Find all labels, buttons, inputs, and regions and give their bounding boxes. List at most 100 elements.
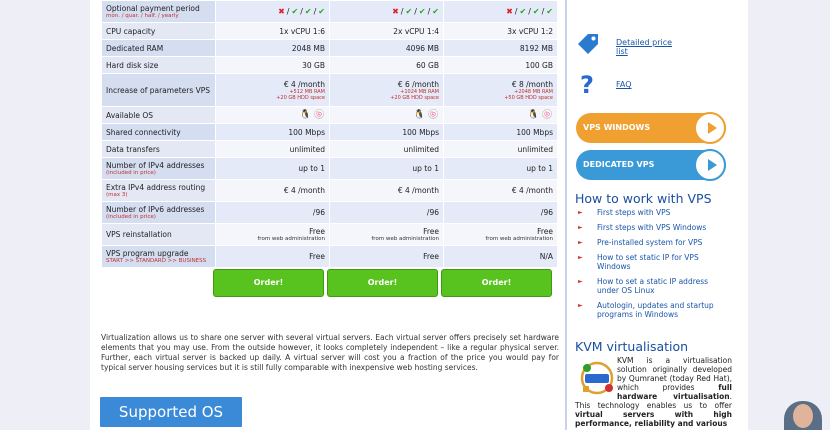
- table-cell: unlimited: [330, 141, 443, 157]
- table-cell: unlimited: [444, 141, 557, 157]
- row-label-sub: (included in price): [106, 169, 156, 176]
- row-label: Optional payment period mon. / quar. / ha…: [102, 1, 215, 22]
- cell-value: € 4 /month: [511, 186, 553, 195]
- faq-link[interactable]: FAQ: [616, 80, 632, 89]
- os-icons: 🐧 🍥: [414, 110, 439, 120]
- table-cell: 30 GB: [216, 57, 329, 73]
- cell-value: up to 1: [412, 164, 439, 173]
- row-label-sub: START >> STANDARD >> BUSINESS: [106, 257, 207, 264]
- row-label: Number of IPv4 addresses (included in pri…: [102, 158, 215, 179]
- cell-value: unlimited: [517, 144, 553, 154]
- order-cell: Order!: [213, 268, 329, 298]
- vps-windows-button[interactable]: VPS WINDOWS: [576, 112, 726, 144]
- row-label: VPS reinstallation: [102, 224, 215, 245]
- kvm-logo: [580, 361, 614, 395]
- column-divider: [565, 0, 567, 430]
- table-cell: ✖ / ✔ / ✔ / ✔: [444, 1, 557, 22]
- table-row: CPU capacity 1x vCPU 1:6 2x vCPU 1:4 3x vCP…: [102, 23, 557, 39]
- table-cell: N/A: [444, 246, 557, 267]
- row-label-text: Hard disk size: [106, 60, 159, 70]
- order-button[interactable]: Order!: [213, 269, 324, 297]
- cell-value: € 4 /month: [283, 186, 325, 195]
- table-cell: Free from web administration: [216, 224, 329, 245]
- table-cell: 2x vCPU 1:4: [330, 23, 443, 39]
- table-cell: 🐧 🍥: [444, 107, 557, 123]
- row-label: Data transfers: [102, 141, 215, 157]
- cell-value: up to 1: [526, 164, 553, 173]
- intro-text: Virtualization allows us to share one se…: [101, 333, 559, 372]
- how-to-heading: How to work with VPS: [575, 191, 712, 206]
- row-label-sub: (included in price): [106, 213, 156, 220]
- row-label-sub: (max 3): [106, 191, 128, 198]
- how-to-link[interactable]: How to set a static IP address under OS …: [576, 277, 726, 295]
- row-label-text: VPS program upgrade: [106, 248, 189, 258]
- table-cell: € 4 /month: [330, 180, 443, 201]
- table-cell: Free from web administration: [330, 224, 443, 245]
- table-row: Shared connectivity 100 Mbps 100 Mbps 100 M…: [102, 124, 557, 140]
- how-to-link[interactable]: Autologin, updates and startup programs …: [576, 301, 726, 319]
- kvm-text-d: virtual servers with high performance, r…: [575, 410, 732, 428]
- table-cell: Free: [330, 246, 443, 267]
- cell-value: 60 GB: [416, 60, 439, 70]
- cross-icon: ✖: [278, 7, 285, 16]
- avatar[interactable]: [784, 401, 822, 430]
- table-cell: € 4 /month +512 MB RAM +20 GB HDD space: [216, 74, 329, 106]
- os-icons: 🐧 🍥: [300, 110, 325, 120]
- check-icon: ✔: [519, 7, 527, 16]
- cell-value: 2048 MB: [291, 43, 325, 53]
- cell-value: € 6 /month: [397, 79, 439, 89]
- row-label: Shared connectivity: [102, 124, 215, 140]
- how-to-link[interactable]: How to set static IP for VPS Windows: [576, 253, 726, 271]
- table-cell: 🐧 🍥: [216, 107, 329, 123]
- table-cell: 4096 MB: [330, 40, 443, 56]
- kvm-heading: KVM virtualisation: [575, 339, 689, 354]
- how-to-link[interactable]: First steps with VPS Windows: [576, 223, 726, 232]
- how-to-link[interactable]: First steps with VPS: [576, 208, 726, 217]
- row-label-text: Extra IPv4 address routing: [106, 182, 206, 192]
- table-row: Extra IPv4 address routing (max 3) € 4 /mo…: [102, 180, 557, 201]
- spacer: [102, 268, 215, 298]
- row-label-text: Available OS: [106, 110, 153, 120]
- page-margin-right: [748, 0, 830, 430]
- table-cell: € 4 /month: [444, 180, 557, 201]
- supported-os-button[interactable]: Supported OS: [100, 397, 242, 427]
- cell-sub: +50 GB HDD space: [504, 94, 553, 101]
- linux-icon: 🐧: [527, 110, 539, 120]
- table-cell: 60 GB: [330, 57, 443, 73]
- order-button[interactable]: Order!: [441, 269, 552, 297]
- payment-period-icons: ✖ / ✔ / ✔ / ✔: [278, 7, 325, 16]
- faq-icon: ?: [580, 71, 594, 99]
- cell-value: 8192 MB: [519, 43, 553, 53]
- row-label-text: Number of IPv6 addresses: [106, 204, 205, 214]
- row-label-sub: mon. / quar. / half. / yearly: [106, 12, 179, 19]
- row-label: Dedicated RAM: [102, 40, 215, 56]
- debian-icon: 🍥: [541, 110, 553, 120]
- cell-value: Free: [423, 226, 439, 236]
- order-cell: Order!: [327, 268, 443, 298]
- table-cell: 8192 MB: [444, 40, 557, 56]
- table-cell: € 4 /month: [216, 180, 329, 201]
- table-cell: Free: [216, 246, 329, 267]
- cross-icon: ✖: [392, 7, 399, 16]
- check-icon: ✔: [532, 7, 540, 16]
- table-row: Data transfers unlimited unlimited unlimite…: [102, 141, 557, 157]
- linux-icon: 🐧: [299, 110, 311, 120]
- how-to-link[interactable]: Pre-installed system for VPS: [576, 238, 726, 247]
- cell-value: 1x vCPU 1:6: [279, 26, 325, 36]
- cell-value: up to 1: [298, 164, 325, 173]
- detailed-price-list-link[interactable]: Detailed price list: [616, 38, 686, 56]
- cell-sub: +20 GB HDD space: [276, 94, 325, 101]
- row-label: Extra IPv4 address routing (max 3): [102, 180, 215, 201]
- cell-value: Free: [309, 226, 325, 236]
- payment-period-icons: ✖ / ✔ / ✔ / ✔: [392, 7, 439, 16]
- order-button[interactable]: Order!: [327, 269, 438, 297]
- table-cell: /96: [444, 202, 557, 223]
- table-row: Number of IPv6 addresses (included in pri…: [102, 202, 557, 223]
- price-tag-icon: [578, 34, 598, 54]
- cell-value: € 8 /month: [511, 79, 553, 89]
- cell-sub: from web administration: [371, 235, 439, 242]
- row-label-text: CPU capacity: [106, 26, 156, 36]
- table-cell: 2048 MB: [216, 40, 329, 56]
- table-row: VPS reinstallation Free from web administr…: [102, 224, 557, 245]
- dedicated-vps-button[interactable]: DEDICATED VPS: [576, 149, 726, 181]
